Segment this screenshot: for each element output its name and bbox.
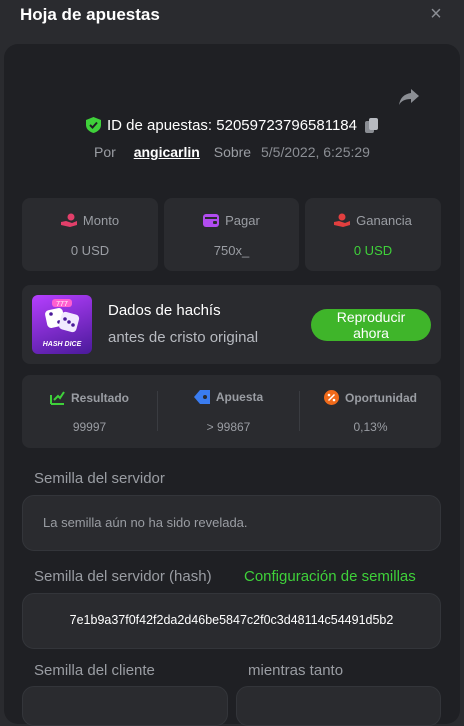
result-label: Resultado xyxy=(70,391,129,405)
result-value: 99997 xyxy=(72,420,107,434)
wallet-icon xyxy=(203,214,220,227)
server-hash-field[interactable]: 7e1b9a37f0f42f2da2d46be5847c2f0c3d48114c… xyxy=(22,593,441,649)
close-icon[interactable]: × xyxy=(426,4,446,24)
on-label: Sobre xyxy=(213,144,252,160)
client-seed-field[interactable] xyxy=(22,686,228,726)
username-link[interactable]: angicarlin xyxy=(134,144,200,160)
stat-payout-value: 750x_ xyxy=(213,243,250,258)
bet-id-label: ID de apuestas: xyxy=(107,117,213,134)
by-label: Por xyxy=(94,144,116,160)
play-now-label-line1: Reproducir xyxy=(336,309,406,325)
bet-date: 5/5/2022, 6:25:29 xyxy=(260,144,370,160)
copy-icon[interactable] xyxy=(364,118,378,133)
bet-tag-icon xyxy=(193,390,210,404)
game-card: 777 HASH DICE Dados de hachís antes de c… xyxy=(22,285,441,364)
game-thumbnail[interactable]: 777 HASH DICE xyxy=(32,295,92,354)
bet-id-value: 52059723796581184 xyxy=(216,117,357,134)
dice-icon: 777 xyxy=(45,299,80,333)
shield-check-icon xyxy=(86,117,102,133)
bet-label: Apuesta xyxy=(215,390,264,404)
game-name: Dados de hachís xyxy=(108,302,221,319)
stat-amount-label: Monto xyxy=(82,213,120,228)
share-icon[interactable] xyxy=(398,88,420,106)
money-hand-icon xyxy=(60,213,77,227)
bet-value: > 99867 xyxy=(206,420,251,434)
server-seed-field[interactable]: La semilla aún no ha sido revelada. xyxy=(22,495,441,551)
server-seed-label: Semilla del servidor xyxy=(34,470,165,487)
server-hash-label: Semilla del servidor (hash) xyxy=(34,568,212,585)
profit-hand-icon xyxy=(334,213,351,227)
stat-payout: Pagar 750x_ xyxy=(164,198,299,271)
stat-amount: Monto 0 USD xyxy=(22,198,158,271)
results-card: Resultado 99997 Apuesta > 99867 Oportuni… xyxy=(22,375,441,448)
modal-header: Hoja de apuestas × xyxy=(0,0,464,32)
server-seed-value: La semilla aún no ha sido revelada. xyxy=(43,515,248,530)
stat-payout-label: Pagar xyxy=(225,213,260,228)
chance-value: 0,13% xyxy=(353,420,388,434)
stat-profit-value: 0 USD xyxy=(353,243,393,258)
svg-text:777: 777 xyxy=(56,301,68,308)
game-subtitle: antes de cristo original xyxy=(108,329,259,346)
result-icon xyxy=(49,391,65,405)
client-seed-label: Semilla del cliente xyxy=(34,662,155,679)
nonce-field[interactable] xyxy=(236,686,441,726)
server-hash-value: 7e1b9a37f0f42f2da2d46be5847c2f0c3d48114c… xyxy=(69,613,394,627)
bet-id-row: ID de apuestas: 52059723796581184 xyxy=(0,117,464,134)
chance-column: Oportunidad 0,13% xyxy=(300,375,441,448)
percent-icon xyxy=(324,390,339,405)
play-now-label-line2: ahora xyxy=(353,325,389,341)
play-now-button[interactable]: Reproducir ahora xyxy=(311,309,431,341)
stat-profit: Ganancia 0 USD xyxy=(305,198,441,271)
nonce-label: mientras tanto xyxy=(248,662,344,679)
chance-label: Oportunidad xyxy=(345,391,417,405)
result-column: Resultado 99997 xyxy=(22,375,157,448)
bet-author-row: Por angicarlin Sobre 5/5/2022, 6:25:29 xyxy=(0,144,464,160)
modal-title: Hoja de apuestas xyxy=(20,5,160,24)
stat-profit-label: Ganancia xyxy=(356,213,412,228)
game-thumb-text: HASH DICE xyxy=(42,341,82,348)
seed-settings-link[interactable]: Configuración de semillas xyxy=(244,568,416,585)
bet-column: Apuesta > 99867 xyxy=(158,375,299,448)
stat-amount-value: 0 USD xyxy=(70,243,110,258)
